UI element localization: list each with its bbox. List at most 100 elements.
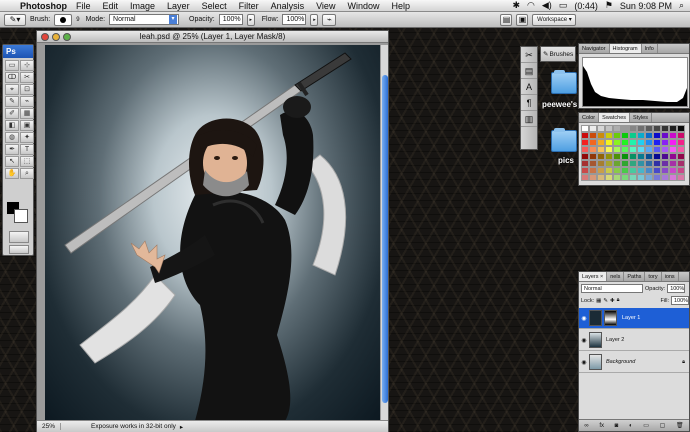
lock-position-icon[interactable]: ✚ bbox=[610, 298, 615, 304]
tool-button[interactable]: T bbox=[20, 144, 34, 155]
layer-comps-icon[interactable]: ▤ bbox=[521, 63, 537, 79]
quick-mask-button[interactable] bbox=[9, 231, 29, 243]
wifi-icon[interactable]: ◠ bbox=[527, 0, 535, 11]
color-swatch[interactable] bbox=[637, 146, 645, 153]
menu-window[interactable]: Window bbox=[347, 1, 379, 11]
tool-button[interactable]: ◍ bbox=[5, 132, 19, 143]
color-swatch[interactable] bbox=[669, 160, 677, 167]
color-swatch[interactable] bbox=[605, 132, 613, 139]
color-swatch[interactable] bbox=[597, 125, 605, 132]
layer-row-layer-2[interactable]: ◉ Layer 2 bbox=[579, 330, 689, 351]
tool-button[interactable]: ▣ bbox=[20, 120, 34, 131]
color-swatch[interactable] bbox=[669, 139, 677, 146]
tab-channels[interactable]: nels bbox=[607, 272, 625, 281]
color-swatch[interactable] bbox=[661, 125, 669, 132]
color-swatch[interactable] bbox=[629, 160, 637, 167]
menu-image[interactable]: Image bbox=[130, 1, 155, 11]
tab-info[interactable]: Info bbox=[642, 44, 658, 53]
color-swatch[interactable] bbox=[645, 174, 653, 181]
paragraph-icon[interactable]: ¶ bbox=[521, 95, 537, 111]
color-swatch[interactable] bbox=[645, 125, 653, 132]
volume-icon[interactable]: ◀) bbox=[542, 0, 552, 11]
color-swatch[interactable] bbox=[637, 139, 645, 146]
color-swatch[interactable] bbox=[621, 153, 629, 160]
color-swatch[interactable] bbox=[653, 132, 661, 139]
color-swatch[interactable] bbox=[589, 160, 597, 167]
color-swatch[interactable] bbox=[589, 139, 597, 146]
color-swatch[interactable] bbox=[621, 125, 629, 132]
color-swatch[interactable] bbox=[581, 153, 589, 160]
folder-icon[interactable] bbox=[551, 70, 577, 94]
color-swatch[interactable] bbox=[613, 139, 621, 146]
fill-field[interactable]: 100% bbox=[671, 296, 689, 305]
color-swatch[interactable] bbox=[597, 167, 605, 174]
color-swatch[interactable] bbox=[621, 174, 629, 181]
eye-icon[interactable]: ◉ bbox=[579, 315, 589, 322]
layer-row-layer-1[interactable]: ◉ Layer 1 bbox=[579, 308, 689, 329]
lock-all-icon[interactable]: 🔒︎ bbox=[617, 297, 620, 304]
color-swatch[interactable] bbox=[677, 153, 685, 160]
battery-time[interactable]: (0:44) bbox=[574, 1, 598, 11]
zoom-button[interactable] bbox=[63, 33, 71, 41]
color-swatch[interactable] bbox=[613, 146, 621, 153]
color-swatch[interactable] bbox=[677, 167, 685, 174]
color-swatch[interactable] bbox=[589, 125, 597, 132]
color-swatch[interactable] bbox=[589, 167, 597, 174]
color-swatch[interactable] bbox=[621, 160, 629, 167]
color-swatch[interactable] bbox=[669, 167, 677, 174]
color-swatch[interactable] bbox=[637, 160, 645, 167]
tool-preset-picker[interactable]: ✎▾ bbox=[4, 13, 26, 26]
tool-button[interactable]: ▭ bbox=[5, 60, 19, 71]
menu-help[interactable]: Help bbox=[391, 1, 410, 11]
close-button[interactable] bbox=[41, 33, 49, 41]
blend-mode-select[interactable]: Normal bbox=[581, 284, 643, 293]
color-swatch[interactable] bbox=[613, 160, 621, 167]
color-swatch[interactable] bbox=[597, 160, 605, 167]
brushes-panel-button[interactable]: ✎ Brushes bbox=[540, 46, 576, 62]
color-swatch[interactable] bbox=[677, 160, 685, 167]
color-swatch[interactable] bbox=[605, 153, 613, 160]
color-swatch[interactable] bbox=[605, 160, 613, 167]
tool-button[interactable]: ▦ bbox=[20, 108, 34, 119]
color-swatch[interactable] bbox=[637, 167, 645, 174]
tool-button[interactable]: ↖ bbox=[5, 156, 19, 167]
color-swatch[interactable] bbox=[581, 160, 589, 167]
tool-button[interactable]: ⌖ bbox=[5, 84, 19, 95]
color-swatch[interactable] bbox=[621, 167, 629, 174]
lock-pixels-icon[interactable]: ✎ bbox=[603, 298, 608, 304]
airbrush-icon[interactable]: ⌁ bbox=[322, 13, 337, 26]
color-swatch[interactable] bbox=[677, 139, 685, 146]
color-swatch[interactable] bbox=[581, 146, 589, 153]
color-swatch[interactable] bbox=[629, 174, 637, 181]
tool-presets-icon[interactable]: ✂ bbox=[521, 47, 537, 63]
color-swatch[interactable] bbox=[605, 146, 613, 153]
color-swatch[interactable] bbox=[669, 125, 677, 132]
menu-edit[interactable]: Edit bbox=[103, 1, 119, 11]
tool-button[interactable]: ✒ bbox=[5, 144, 19, 155]
menu-layer[interactable]: Layer bbox=[167, 1, 190, 11]
color-swatch[interactable] bbox=[589, 132, 597, 139]
tool-button[interactable]: ◧ bbox=[5, 120, 19, 131]
color-swatch[interactable] bbox=[637, 125, 645, 132]
lock-transparency-icon[interactable]: ▦ bbox=[596, 298, 601, 304]
screen-mode-button[interactable] bbox=[9, 245, 29, 254]
color-swatch[interactable] bbox=[621, 139, 629, 146]
bluetooth-icon[interactable]: ✱ bbox=[512, 0, 520, 11]
tool-button[interactable]: ⊹ bbox=[20, 60, 34, 71]
color-swatch[interactable] bbox=[613, 167, 621, 174]
battery-icon[interactable]: ▭ bbox=[559, 0, 568, 11]
color-swatch[interactable] bbox=[589, 174, 597, 181]
clone-source-icon[interactable]: ▥ bbox=[521, 111, 537, 127]
color-swatch[interactable] bbox=[669, 146, 677, 153]
color-swatch[interactable] bbox=[581, 125, 589, 132]
vertical-scrollbar[interactable] bbox=[380, 45, 388, 421]
color-swatch[interactable] bbox=[605, 167, 613, 174]
color-swatch[interactable] bbox=[661, 174, 669, 181]
menu-view[interactable]: View bbox=[316, 1, 335, 11]
eye-icon[interactable]: ◉ bbox=[579, 359, 589, 366]
menu-analysis[interactable]: Analysis bbox=[271, 1, 305, 11]
color-swatch[interactable] bbox=[637, 174, 645, 181]
background-color-swatch[interactable] bbox=[14, 209, 28, 223]
tab-histogram[interactable]: Histogram bbox=[609, 44, 642, 53]
color-swatch[interactable] bbox=[653, 167, 661, 174]
